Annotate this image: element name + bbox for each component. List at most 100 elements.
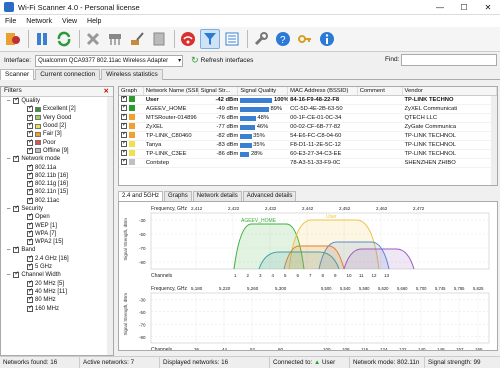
filter-item[interactable]: – Security bbox=[1, 204, 113, 213]
refresh-button[interactable] bbox=[54, 29, 74, 49]
menu-network[interactable]: Network bbox=[21, 18, 57, 25]
filter-checkbox[interactable] bbox=[27, 196, 33, 204]
minimize-button[interactable]: — bbox=[428, 0, 452, 15]
filter-checkbox[interactable] bbox=[27, 146, 33, 154]
table-row[interactable]: TP-LINK_C80460 -82 dBm 35% 54-E6-FC-C8-04-… bbox=[119, 132, 497, 141]
filter-checkbox[interactable] bbox=[13, 154, 19, 163]
filter-item[interactable]: – Band bbox=[1, 245, 113, 254]
table-row[interactable]: AGEEV_HOME -49 dBm 89% CC-5D-4E-2B-63-50 Zy… bbox=[119, 105, 497, 114]
table-row[interactable]: TP-LINK_C3EE -86 dBm 28% 60-E3-27-34-C3-EE… bbox=[119, 150, 497, 159]
filter-item[interactable]: 40 MHz [11] bbox=[1, 287, 113, 296]
collapse-icon[interactable]: – bbox=[7, 272, 10, 278]
refresh-interfaces-button[interactable]: ↻ Refresh interfaces bbox=[191, 55, 253, 66]
col-comment[interactable]: Comment bbox=[358, 87, 403, 95]
filter-item[interactable]: 802.11g [16] bbox=[1, 179, 113, 188]
collapse-icon[interactable]: – bbox=[7, 206, 10, 212]
filter-checkbox[interactable] bbox=[27, 171, 33, 179]
table-row[interactable]: User -42 dBm 100%84-16-F9-48-22-F8 TP-LINK… bbox=[119, 96, 497, 105]
filter-checkbox[interactable] bbox=[27, 121, 33, 130]
table-row[interactable]: ZyXEL -77 dBm 46% 00-02-CF-6B-77-82 ZyGate … bbox=[119, 123, 497, 132]
delete-button[interactable] bbox=[83, 29, 103, 49]
tab-current-connection[interactable]: Current connection bbox=[35, 69, 101, 80]
graph-checkbox[interactable] bbox=[121, 105, 127, 112]
pause-button[interactable] bbox=[32, 29, 52, 49]
filter-checkbox[interactable] bbox=[27, 237, 33, 246]
grid-scrollbar[interactable] bbox=[491, 96, 497, 185]
scan-button[interactable] bbox=[3, 29, 23, 49]
filter-item[interactable]: 160 MHz bbox=[1, 304, 113, 312]
help-button[interactable]: ? bbox=[273, 29, 293, 49]
filter-item[interactable]: 2.4 GHz [16] bbox=[1, 254, 113, 263]
collapse-icon[interactable]: – bbox=[7, 156, 10, 162]
filter-checkbox[interactable] bbox=[13, 270, 19, 279]
col-graph[interactable]: Graph bbox=[119, 87, 144, 95]
filter-checkbox[interactable] bbox=[27, 138, 33, 146]
filter-checkbox[interactable] bbox=[27, 163, 33, 171]
filter-item[interactable]: Poor bbox=[1, 138, 113, 146]
graph-checkbox[interactable] bbox=[121, 159, 127, 166]
filter-checkbox[interactable] bbox=[27, 179, 33, 188]
connect-button[interactable] bbox=[178, 29, 198, 49]
filter-item[interactable]: – Network mode bbox=[1, 154, 113, 163]
tab-scanner[interactable]: Scanner bbox=[0, 69, 35, 80]
table-row[interactable]: Contstep 78-A3-51-33-F9-0C SHENZHEN ZHIBO bbox=[119, 159, 497, 168]
filter-item[interactable]: WEP [1] bbox=[1, 221, 113, 229]
filter-checkbox[interactable] bbox=[13, 245, 19, 254]
export-button[interactable] bbox=[149, 29, 169, 49]
col-mac[interactable]: MAC Address (BSSID) bbox=[288, 87, 358, 95]
filters-scrollbar[interactable] bbox=[107, 97, 113, 355]
filter-checkbox[interactable] bbox=[27, 279, 33, 287]
clear-button[interactable] bbox=[105, 29, 125, 49]
filter-item[interactable]: 80 MHz bbox=[1, 295, 113, 304]
graph-checkbox[interactable] bbox=[121, 132, 127, 139]
close-button[interactable]: ✕ bbox=[476, 0, 500, 15]
columns-button[interactable] bbox=[222, 29, 242, 49]
menu-view[interactable]: View bbox=[57, 18, 82, 25]
col-ssid[interactable]: Network Name (SSID) bbox=[144, 87, 199, 95]
brush-button[interactable] bbox=[127, 29, 147, 49]
filter-item[interactable]: – Channel Width bbox=[1, 270, 113, 279]
register-button[interactable] bbox=[295, 29, 315, 49]
filter-checkbox[interactable] bbox=[27, 221, 33, 229]
interface-select[interactable]: Qualcomm QCA9377 802.11ac Wireless Adapt… bbox=[35, 54, 184, 67]
filter-checkbox[interactable] bbox=[27, 262, 33, 271]
tab-24-and-5ghz[interactable]: 2.4 and 5GHz bbox=[118, 191, 164, 201]
filter-item[interactable]: Good [2] bbox=[1, 121, 113, 130]
col-signal[interactable]: Signal Str... bbox=[199, 87, 239, 95]
graph-checkbox[interactable] bbox=[121, 96, 127, 103]
tab-wireless-statistics[interactable]: Wireless statistics bbox=[101, 69, 163, 80]
col-quality[interactable]: Signal Quality bbox=[238, 87, 289, 95]
settings-button[interactable] bbox=[251, 29, 271, 49]
filter-item[interactable]: Fair [3] bbox=[1, 129, 113, 138]
graph-checkbox[interactable] bbox=[121, 114, 127, 121]
filter-checkbox[interactable] bbox=[13, 96, 19, 105]
menu-help[interactable]: Help bbox=[82, 18, 106, 25]
filter-item[interactable]: Open bbox=[1, 212, 113, 221]
find-input[interactable] bbox=[401, 54, 497, 66]
close-filters-icon[interactable]: ✕ bbox=[104, 87, 109, 95]
filter-item[interactable]: Very Good bbox=[1, 113, 113, 122]
filter-button[interactable] bbox=[200, 29, 220, 49]
filter-checkbox[interactable] bbox=[13, 204, 19, 212]
filter-checkbox[interactable] bbox=[27, 104, 33, 113]
filter-item[interactable]: 802.11n [15] bbox=[1, 187, 113, 196]
filter-checkbox[interactable] bbox=[27, 295, 33, 304]
col-vendor[interactable]: Vendor bbox=[403, 87, 497, 95]
tab-graphs[interactable]: Graphs bbox=[164, 191, 192, 201]
filter-checkbox[interactable] bbox=[27, 187, 33, 196]
table-row[interactable]: Tanya -83 dBm 35% F8-D1-11-2E-5C-12 TP-LINK… bbox=[119, 141, 497, 150]
graph-checkbox[interactable] bbox=[121, 150, 127, 157]
graph-checkbox[interactable] bbox=[121, 123, 127, 130]
filter-checkbox[interactable] bbox=[27, 287, 33, 295]
tab-advanced-details[interactable]: Advanced details bbox=[242, 191, 297, 201]
tab-network-details[interactable]: Network details bbox=[192, 191, 242, 201]
info-button[interactable] bbox=[317, 29, 337, 49]
filter-checkbox[interactable] bbox=[27, 229, 33, 237]
menu-file[interactable]: File bbox=[0, 18, 21, 25]
filter-checkbox[interactable] bbox=[27, 304, 33, 312]
filter-item[interactable]: Excellent [2] bbox=[1, 104, 113, 113]
graph-checkbox[interactable] bbox=[121, 141, 127, 148]
filter-item[interactable]: 802.11a bbox=[1, 163, 113, 171]
filter-checkbox[interactable] bbox=[27, 254, 33, 262]
table-row[interactable]: MTSRouter-014896 -76 dBm 48% 00-1F-CE-01-0… bbox=[119, 114, 497, 123]
